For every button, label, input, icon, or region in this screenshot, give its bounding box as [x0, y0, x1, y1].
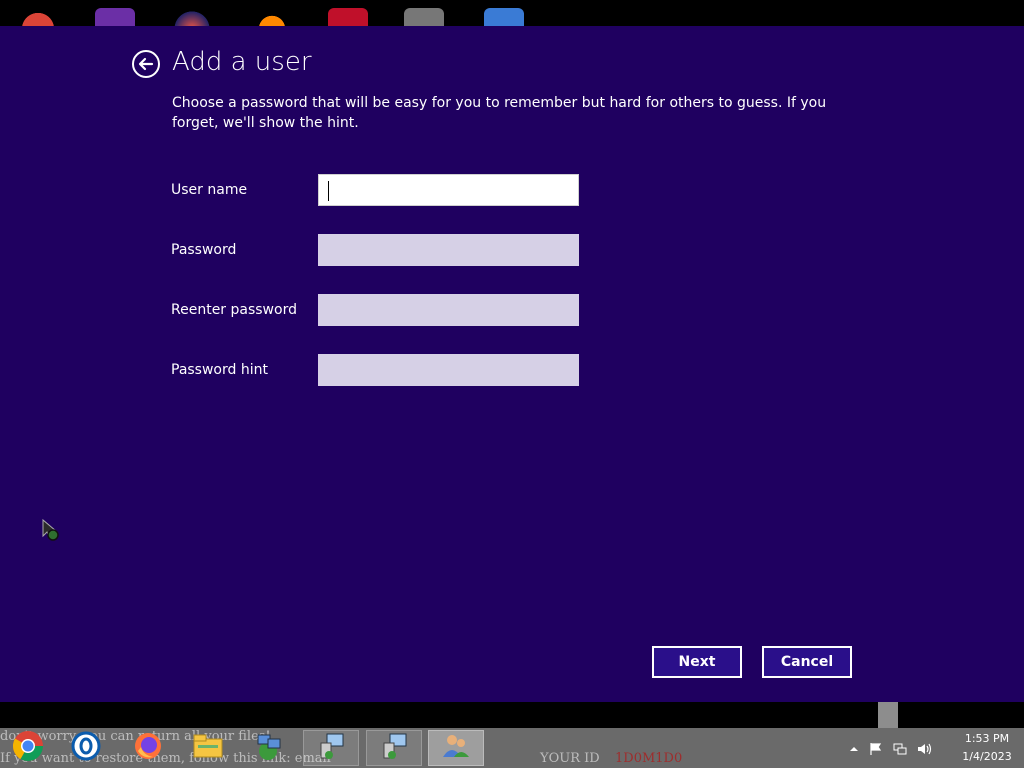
band-divider — [878, 702, 898, 728]
taskbar: don't worry, you can return all your fil… — [0, 728, 1024, 768]
reenter-password-input[interactable] — [318, 294, 579, 326]
show-hidden-icons[interactable] — [847, 741, 861, 755]
user-name-label: User name — [171, 182, 248, 198]
firefox-icon — [133, 731, 163, 765]
background-id-label: YOUR ID — [540, 751, 600, 766]
page-title: Add a user — [172, 47, 312, 77]
app-desktop-icon — [484, 8, 524, 26]
cancel-button[interactable]: Cancel — [762, 646, 852, 678]
clock-time[interactable]: 1:53 PM — [957, 732, 1017, 745]
password-hint-input[interactable] — [318, 354, 579, 386]
taskbar-window-2[interactable] — [366, 730, 422, 766]
chrome-desktop-icon — [18, 8, 58, 26]
password-label: Password — [171, 242, 237, 258]
add-user-dialog: Add a user Choose a password that will b… — [0, 26, 1024, 702]
password-input[interactable] — [318, 234, 579, 266]
next-button[interactable]: Next — [652, 646, 742, 678]
app-desktop-icon — [252, 8, 292, 26]
page-subtitle: Choose a password that will be easy for … — [172, 95, 827, 131]
app-desktop-icon — [404, 8, 444, 26]
network-icon[interactable] — [893, 741, 907, 755]
taskbar-window-3[interactable] — [428, 730, 484, 766]
screen-band — [0, 702, 1024, 728]
file-explorer-icon — [192, 731, 224, 765]
taskbar-file-explorer[interactable] — [180, 730, 236, 766]
outlook-icon — [71, 731, 101, 765]
network-setup-icon — [378, 731, 410, 765]
user-name-input[interactable] — [318, 174, 579, 206]
network-setup-icon — [315, 731, 347, 765]
text-caret — [328, 181, 329, 201]
app-desktop-icon — [328, 8, 368, 26]
network-icon — [252, 731, 284, 765]
back-arrow-icon[interactable] — [131, 49, 161, 79]
volume-icon[interactable] — [917, 741, 932, 755]
taskbar-network[interactable] — [240, 730, 296, 766]
app-desktop-icon — [172, 8, 212, 26]
reenter-password-label: Reenter password — [171, 302, 297, 318]
password-hint-label: Password hint — [171, 362, 268, 378]
desktop-top-strip — [0, 0, 1024, 26]
user-accounts-icon — [440, 731, 472, 765]
clock-date[interactable]: 1/4/2023 — [957, 750, 1017, 763]
background-id-value: 1D0M1D0 — [615, 751, 683, 766]
visual-studio-desktop-icon — [95, 8, 135, 26]
busy-cursor-icon — [40, 518, 66, 544]
action-center-flag-icon[interactable] — [869, 741, 883, 755]
taskbar-outlook[interactable] — [58, 730, 114, 766]
taskbar-chrome[interactable] — [0, 730, 56, 766]
chrome-icon — [11, 729, 45, 767]
system-tray: 1:53 PM 1/4/2023 — [845, 728, 1024, 768]
taskbar-window-1[interactable] — [303, 730, 359, 766]
taskbar-firefox[interactable] — [120, 730, 176, 766]
